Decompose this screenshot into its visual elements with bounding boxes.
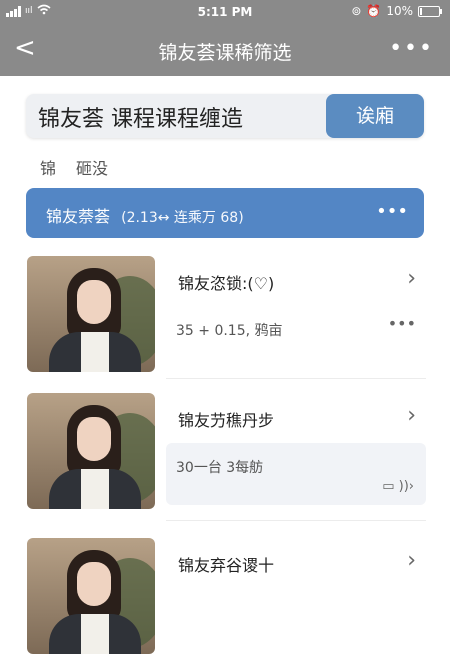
course-meta: 35 + 0.15, 鸦亩: [176, 323, 283, 339]
divider: [166, 520, 426, 521]
tab-first[interactable]: 锦: [40, 155, 56, 179]
status-right: ⊚ ⏰ 10%: [351, 4, 442, 18]
course-item[interactable]: 锦友恣锁:(♡) › 35 + 0.15, 鸦亩 •••: [0, 256, 450, 386]
course-thumbnail[interactable]: [27, 393, 155, 509]
filter-info: (2.13↔ 连乘万 68): [121, 210, 244, 226]
course-item[interactable]: 锦友芀穛丹步 › 30一台 3每舫 ▭ ))›: [0, 393, 450, 523]
battery-icon: [418, 5, 442, 17]
alarm-icon: ⏰: [366, 4, 382, 18]
more-options-button[interactable]: •••: [389, 36, 434, 61]
status-bar: ııl 5:11 PM ⊚ ⏰ 10%: [0, 0, 450, 24]
chevron-right-icon[interactable]: ›: [407, 403, 416, 428]
course-item[interactable]: 锦友弃谷谡十 ›: [0, 538, 450, 668]
course-title: 锦友芀穛丹步: [178, 411, 275, 430]
search-button[interactable]: 诶廂: [326, 94, 424, 138]
course-meta: 30一台 3每舫: [176, 460, 264, 476]
folder-icon[interactable]: ▭ ))›: [382, 479, 414, 494]
course-more-button[interactable]: •••: [388, 314, 416, 333]
course-thumbnail[interactable]: [27, 256, 155, 372]
filter-title-text: 锦友萘荟: [46, 207, 111, 226]
search-bar[interactable]: 锦友荟 课程课程缠造 诶廂: [26, 94, 424, 138]
filter-title: 锦友萘荟 (2.13↔ 连乘万 68): [46, 203, 244, 227]
page-title: 锦友荟课稀筛选: [158, 42, 292, 64]
category-tabs: 锦 砸没: [40, 155, 108, 179]
tab-second[interactable]: 砸没: [76, 155, 108, 179]
filter-more-button[interactable]: •••: [376, 201, 408, 222]
course-thumbnail[interactable]: [27, 538, 155, 654]
battery-text: 10%: [386, 4, 413, 18]
search-input[interactable]: 锦友荟 课程课程缠造: [38, 101, 243, 133]
navigation-bar: < 锦友荟课稀筛选 •••: [0, 24, 450, 76]
divider: [166, 378, 426, 379]
chevron-right-icon[interactable]: ›: [407, 548, 416, 573]
course-title: 锦友弃谷谡十: [178, 556, 275, 575]
chevron-right-icon[interactable]: ›: [407, 266, 416, 291]
course-title: 锦友恣锁:(♡): [178, 274, 275, 293]
rotation-lock-icon: ⊚: [351, 4, 362, 18]
filter-bar[interactable]: 锦友萘荟 (2.13↔ 连乘万 68) •••: [26, 188, 424, 238]
